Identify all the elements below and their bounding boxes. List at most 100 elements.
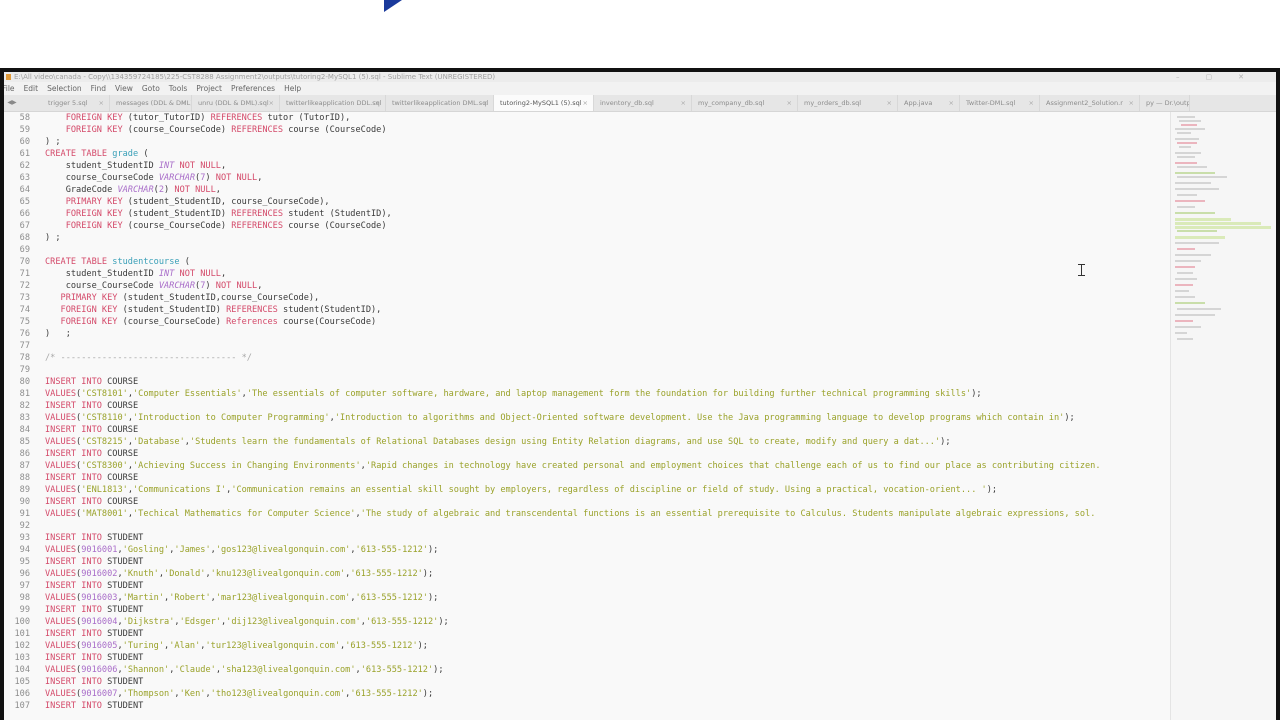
tab-12[interactable]: py — Dr.\output — [1140, 95, 1190, 111]
line-number: 100 — [14, 617, 30, 627]
tab-close-icon[interactable]: × — [269, 95, 274, 111]
minimap-line — [1177, 206, 1195, 208]
tab-close-icon[interactable]: × — [949, 95, 954, 111]
code-line[interactable]: 61 CREATE TABLE grade ( — [4, 148, 1170, 160]
menu-edit[interactable]: Edit — [24, 84, 39, 93]
code-line[interactable]: 74 FOREIGN KEY (student_StudentID) REFER… — [4, 304, 1170, 316]
minimap-line — [1175, 242, 1219, 244]
window-controls[interactable]: –▢✕ — [1176, 72, 1270, 82]
tab-3[interactable]: twitterlikeapplication DDL.sql × — [280, 95, 386, 111]
menu-view[interactable]: View — [115, 84, 133, 93]
code-line[interactable]: 97 INSERT INTO STUDENT — [4, 580, 1170, 592]
code-line[interactable]: 73 PRIMARY KEY (student_StudentID,course… — [4, 292, 1170, 304]
code-line[interactable]: 79 — [4, 364, 1170, 376]
tab-4[interactable]: twitterlikeapplication DML.sql × — [386, 95, 494, 111]
code-line[interactable]: 65 PRIMARY KEY (student_StudentID, cours… — [4, 196, 1170, 208]
code-line[interactable]: 96 VALUES(9016002,'Knuth','Donald','knu12… — [4, 568, 1170, 580]
code-line[interactable]: 89 VALUES('ENL1813','Communications I','C… — [4, 484, 1170, 496]
line-number: 80 — [19, 377, 30, 387]
tab-close-icon[interactable]: × — [583, 95, 588, 111]
menu-goto[interactable]: Goto — [142, 84, 160, 93]
code-line[interactable]: 68) ; — [4, 232, 1170, 244]
code-line[interactable]: 71 student_StudentID INT NOT NULL, — [4, 268, 1170, 280]
code-line[interactable]: 86 INSERT INTO COURSE — [4, 448, 1170, 460]
code-line[interactable]: 98 VALUES(9016003,'Martin','Robert','mar1… — [4, 592, 1170, 604]
code-line[interactable]: 58 FOREIGN KEY (tutor_TutorID) REFERENCE… — [4, 112, 1170, 124]
code-line[interactable]: 102 VALUES(9016005,'Turing','Alan','tur12… — [4, 640, 1170, 652]
code-line[interactable]: 78 /* ---------------------------------- … — [4, 352, 1170, 364]
tab-6[interactable]: inventory_db.sql × — [594, 95, 692, 111]
code-line[interactable]: 87 VALUES('CST8300','Achieving Success in… — [4, 460, 1170, 472]
code-line[interactable]: 106 VALUES(9016007,'Thompson','Ken','tho1… — [4, 688, 1170, 700]
menu-tools[interactable]: Tools — [169, 84, 187, 93]
code-line[interactable]: 76) ; — [4, 328, 1170, 340]
tab-0[interactable]: trigger 5.sql × — [42, 95, 110, 111]
code-line[interactable]: 72 course_CourseCode VARCHAR(7) NOT NULL… — [4, 280, 1170, 292]
code-line[interactable]: 99 INSERT INTO STUDENT — [4, 604, 1170, 616]
code-line[interactable]: 62 student_StudentID INT NOT NULL, — [4, 160, 1170, 172]
code-line[interactable]: 101 INSERT INTO STUDENT — [4, 628, 1170, 640]
code-line[interactable]: 75 FOREIGN KEY (course_CourseCode) Refer… — [4, 316, 1170, 328]
code-line[interactable]: 85 VALUES('CST8215','Database','Students … — [4, 436, 1170, 448]
tab-close-icon[interactable]: × — [181, 95, 186, 111]
code-line[interactable]: 81 VALUES('CST8101','Computer Essentials'… — [4, 388, 1170, 400]
code-line[interactable]: 84 INSERT INTO COURSE — [4, 424, 1170, 436]
code-line[interactable]: 95 INSERT INTO STUDENT — [4, 556, 1170, 568]
tab-2[interactable]: unru (DDL & DML).sql × — [192, 95, 280, 111]
menu-find[interactable]: Find — [91, 84, 106, 93]
menu-selection[interactable]: Selection — [47, 84, 82, 93]
code-line[interactable]: 105 INSERT INTO STUDENT — [4, 676, 1170, 688]
tab-close-icon[interactable]: × — [887, 95, 892, 111]
menu-preferences[interactable]: Preferences — [231, 84, 275, 93]
code-line[interactable]: 107 INSERT INTO STUDENT — [4, 700, 1170, 712]
minimap[interactable] — [1170, 112, 1276, 720]
code-line[interactable]: 63 course_CourseCode VARCHAR(7) NOT NULL… — [4, 172, 1170, 184]
code-line[interactable]: 77 — [4, 340, 1170, 352]
tab-9[interactable]: App.java × — [898, 95, 960, 111]
tab-close-icon[interactable]: × — [483, 95, 488, 111]
tab-close-icon[interactable]: × — [1029, 95, 1034, 111]
tab-8[interactable]: my_orders_db.sql × — [798, 95, 898, 111]
code-line[interactable]: 93 INSERT INTO STUDENT — [4, 532, 1170, 544]
code-text: PRIMARY KEY (student_StudentID, course_C… — [65, 197, 330, 207]
tab-close-icon[interactable]: × — [99, 95, 104, 111]
tab-close-icon[interactable]: × — [787, 95, 792, 111]
tab-11[interactable]: Assignment2_Solution.r × — [1040, 95, 1140, 111]
code-line[interactable]: 66 FOREIGN KEY (student_StudentID) REFER… — [4, 208, 1170, 220]
code-line[interactable]: 104 VALUES(9016006,'Shannon','Claude','sh… — [4, 664, 1170, 676]
tab-1[interactable]: messages (DDL & DML).sql× — [110, 95, 192, 111]
code-line[interactable]: 91 VALUES('MAT8001','Techical Mathematics… — [4, 508, 1170, 520]
tab-close-icon[interactable]: × — [375, 95, 380, 111]
tab-close-icon[interactable]: × — [681, 95, 686, 111]
code-line[interactable]: 59 FOREIGN KEY (course_CourseCode) REFER… — [4, 124, 1170, 136]
code-line[interactable]: 80 INSERT INTO COURSE — [4, 376, 1170, 388]
code-line[interactable]: 64 GradeCode VARCHAR(2) NOT NULL, — [4, 184, 1170, 196]
code-line[interactable]: 88 INSERT INTO COURSE — [4, 472, 1170, 484]
app-icon — [6, 74, 11, 80]
code-line[interactable]: 70 CREATE TABLE studentcourse ( — [4, 256, 1170, 268]
code-editor[interactable]: 58 FOREIGN KEY (tutor_TutorID) REFERENCE… — [4, 112, 1170, 720]
tab-7[interactable]: my_company_db.sql × — [692, 95, 798, 111]
code-line[interactable]: 67 FOREIGN KEY (course_CourseCode) REFER… — [4, 220, 1170, 232]
code-text: FOREIGN KEY (course_CourseCode) Referenc… — [60, 317, 377, 327]
line-number: 104 — [14, 665, 30, 675]
menu-file[interactable]: File — [4, 84, 15, 93]
menu-project[interactable]: Project — [196, 84, 222, 93]
code-line[interactable]: 82 INSERT INTO COURSE — [4, 400, 1170, 412]
tab-close-icon[interactable]: × — [1129, 95, 1134, 111]
tab-10[interactable]: Twitter-DML.sql × — [960, 95, 1040, 111]
code-text: CREATE TABLE studentcourse ( — [45, 257, 190, 267]
code-line[interactable]: 103 INSERT INTO STUDENT — [4, 652, 1170, 664]
code-line[interactable]: 100 VALUES(9016004,'Dijkstra','Edsger','d… — [4, 616, 1170, 628]
line-number: 78 — [19, 353, 30, 363]
tab-scroll-arrows-icon[interactable]: ◀▶ — [4, 95, 20, 111]
menu-help[interactable]: Help — [284, 84, 301, 93]
tab-5[interactable]: tutoring2-MySQL1 (5).sql × — [494, 95, 594, 111]
code-line[interactable]: 69 — [4, 244, 1170, 256]
code-line[interactable]: 60) ; — [4, 136, 1170, 148]
code-line[interactable]: 92 — [4, 520, 1170, 532]
code-line[interactable]: 83 VALUES('CST8110','Introduction to Comp… — [4, 412, 1170, 424]
code-line[interactable]: 90 INSERT INTO COURSE — [4, 496, 1170, 508]
code-line[interactable]: 94 VALUES(9016001,'Gosling','James','gos1… — [4, 544, 1170, 556]
minimap-line — [1175, 260, 1201, 262]
